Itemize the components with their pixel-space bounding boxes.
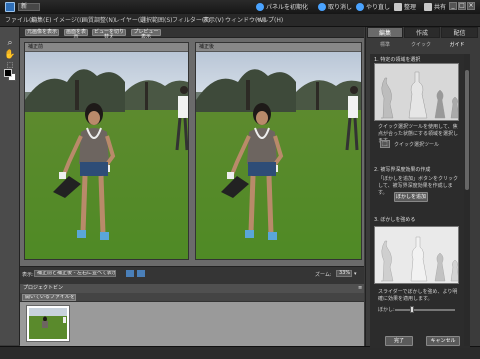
chess-pieces-blur-image (375, 227, 458, 283)
share-icon (424, 3, 432, 11)
swap-view-icon[interactable] (126, 270, 134, 277)
tab-create[interactable]: 作成 (404, 27, 440, 38)
step1-title: 1. 特定の領域を選択 (374, 57, 421, 63)
menu-enhance[interactable]: 画質調整(N) (82, 16, 115, 25)
subtab-full[interactable]: 標準 (368, 41, 402, 49)
app-logo-icon (5, 2, 15, 12)
close-button[interactable]: × (467, 2, 475, 10)
undo-label: 取り消し (328, 4, 353, 11)
organize-button[interactable]: 整理 (394, 3, 416, 12)
foreground-color-swatch[interactable] (4, 69, 12, 77)
redo-button[interactable]: やり直し (356, 3, 390, 12)
after-panel[interactable]: 補正後 (195, 42, 362, 260)
organize-icon (394, 3, 402, 11)
menu-view[interactable]: 表示(V) (203, 16, 224, 25)
menu-select[interactable]: 選択範囲(S) (140, 16, 173, 25)
zoom-dropdown-icon[interactable]: ▾ (354, 271, 357, 277)
view-label: 表示: (22, 272, 34, 278)
reset-panels-label: パネルを初期化 (266, 4, 309, 11)
before-photo[interactable] (25, 52, 188, 259)
before-label: 補正前 (25, 43, 188, 52)
chess-pieces-image (375, 64, 458, 120)
after-photo-image (196, 52, 361, 259)
zoom-tool-icon[interactable]: ⌕ (4, 38, 16, 48)
done-button[interactable]: 完了 (385, 336, 413, 346)
guided-scrollbar-thumb[interactable] (465, 70, 469, 190)
maximize-button[interactable]: □ (458, 2, 466, 10)
blur-slider-track[interactable] (395, 309, 455, 311)
subtab-guided[interactable]: ガイド (440, 41, 474, 49)
step3-title: 3. ぼかしを強める (374, 217, 416, 223)
view-select[interactable]: 補正前と補正後 - 左右に並べて表示 (34, 270, 116, 277)
new-document-menu[interactable]: 新 (18, 3, 40, 11)
bin-thumbnail[interactable] (26, 305, 70, 342)
project-bin-header: プロジェクトビン (20, 284, 364, 293)
menu-edit[interactable]: 編集(E) (31, 16, 51, 25)
show-original-button[interactable]: 元画像を表示 (25, 29, 59, 36)
after-label: 補正後 (196, 43, 361, 52)
blur-slider-handle[interactable] (410, 306, 414, 313)
undo-icon (318, 3, 326, 11)
step1-illustration (374, 63, 459, 121)
after-photo[interactable] (196, 52, 361, 259)
preview-button[interactable]: プレビュー表示 (131, 29, 161, 40)
before-panel[interactable]: 補正前 (24, 42, 189, 260)
before-photo-image (25, 52, 188, 259)
switch-view-button[interactable]: ビューを切り替え (92, 29, 126, 40)
show-screen-button[interactable]: 画面を表示 (64, 29, 88, 40)
menu-image[interactable]: イメージ(I) (53, 16, 83, 25)
subtab-quick[interactable]: クイック (404, 41, 438, 49)
share-label: 共有 (434, 4, 447, 11)
quick-selection-button-icon[interactable]: ⬚ (380, 140, 390, 148)
step3-text: スライダーでぼかしを強め、より明確に効果を適用します。 (378, 289, 458, 302)
step2-title: 2. 被写界深度効果の作成 (374, 167, 431, 173)
project-bin (20, 302, 364, 346)
bin-thumbnail-image (29, 308, 67, 339)
bin-show-select[interactable]: 開いているファイルを表示 (22, 294, 76, 301)
redo-icon (356, 3, 364, 11)
step3-illustration (374, 226, 459, 284)
tab-share[interactable]: 配信 (441, 27, 478, 38)
bin-collapse-icon[interactable]: ≡ (358, 285, 362, 291)
tab-edit[interactable]: 編集 (367, 27, 403, 38)
redo-label: やり直し (366, 4, 391, 11)
undo-button[interactable]: 取り消し (318, 3, 352, 12)
zoom-input[interactable]: 33% (336, 270, 352, 277)
reset-panels-icon (256, 3, 264, 11)
window-controls: _ □ × (448, 2, 476, 12)
menu-help[interactable]: ヘルプ(H) (256, 16, 283, 25)
organize-label: 整理 (404, 4, 417, 11)
reset-panels-button[interactable]: パネルを初期化 (256, 3, 308, 12)
add-blur-button[interactable]: ぼかしを追加 (394, 192, 428, 202)
zoom-label: ズーム: (315, 272, 332, 278)
quick-selection-label: クイック選択ツール (394, 142, 440, 148)
share-button[interactable]: 共有 (424, 3, 446, 12)
blur-slider-label: ぼかし: (378, 307, 395, 313)
cancel-button[interactable]: キャンセル (426, 336, 460, 346)
hand-tool-icon[interactable]: ✋ (4, 50, 16, 60)
minimize-button[interactable]: _ (449, 2, 457, 10)
match-zoom-icon[interactable] (137, 270, 145, 277)
